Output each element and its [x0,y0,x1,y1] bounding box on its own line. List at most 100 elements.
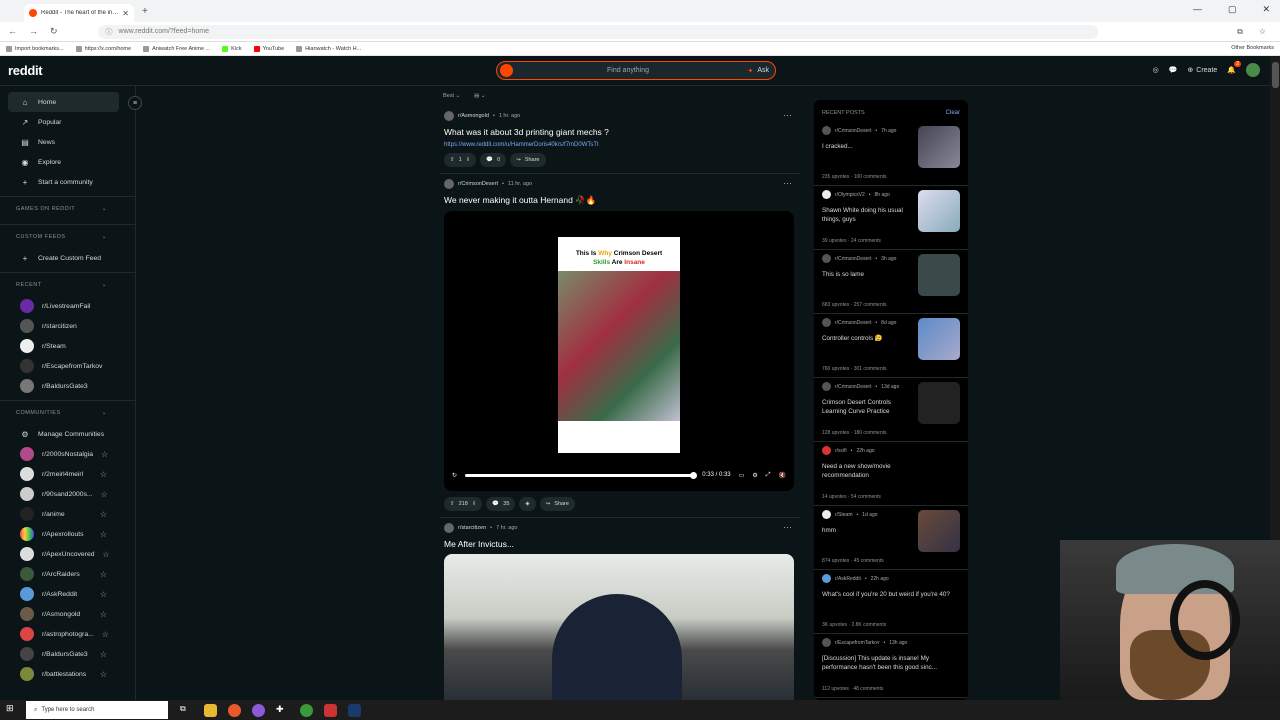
star-icon[interactable]: ☆ [100,530,107,539]
bookmark-item[interactable]: Hianwatch - Watch H... [296,45,361,52]
chat-icon[interactable]: 💬 [1169,66,1178,74]
post-image[interactable] [444,554,794,700]
video-progress[interactable] [465,471,698,479]
bookmark-item[interactable]: Import bookmarks... [6,45,64,52]
share-button[interactable]: ↪ Share [539,497,575,511]
app-icon[interactable] [324,703,337,717]
sidebar-recent-item[interactable]: r/EscapefromTarkov [0,356,135,376]
share-button[interactable]: ↪ Share [510,153,546,167]
star-icon[interactable]: ☆ [102,630,109,639]
ask-button[interactable]: ✦ Ask [747,67,769,75]
forward-icon[interactable]: → [29,26,38,37]
sidebar-community-item[interactable]: r/anime ☆ [0,504,135,524]
xbox-icon[interactable] [300,703,313,717]
view-toggle-icon[interactable]: ▤ ⌄ [474,93,485,99]
other-bookmarks[interactable]: Other Bookmarks [1231,45,1274,51]
star-icon[interactable]: ☆ [101,490,108,499]
search-input[interactable]: Find anything ✦ Ask [496,61,776,80]
star-icon[interactable]: ☆ [100,510,107,519]
recent-post-item[interactable]: r/CrimsonDesert • 7h ago I cracked... 235 up… [814,122,968,186]
site-info-icon[interactable]: ⓘ [106,27,113,37]
sidebar-recent-item[interactable]: r/Steam [0,336,135,356]
post-subreddit[interactable]: r/Asmongold [458,113,489,119]
steam-icon[interactable] [348,703,361,717]
sidebar-community-item[interactable]: r/BaldursGate3 ☆ [0,644,135,664]
new-tab-icon[interactable]: + [142,6,148,17]
recent-post-item[interactable]: r/AskReddit • 22h ago What's cool if you're… [814,570,968,634]
progress-knob[interactable] [690,471,698,479]
bookmark-item[interactable]: https://x.com/home [75,45,131,52]
post-title[interactable]: What was it about 3d printing giant mech… [444,127,796,137]
mute-icon[interactable]: 🔇 [779,472,786,479]
post-card[interactable]: r/Asmongold • 1 hr. ago ⋯ What was it ab… [440,106,800,174]
app-icon[interactable] [252,703,265,717]
collapse-sidebar-button[interactable]: ≡ [128,96,142,110]
notifications-icon[interactable]: 🔔 2 [1227,61,1241,74]
post-subreddit[interactable]: r/CrimsonDesert [458,181,498,187]
more-options-icon[interactable]: ⋯ [783,522,792,533]
bookmark-item[interactable]: YouTube [253,45,284,52]
post-card[interactable]: r/starcitizen • 7 hr. ago ⋯ Me After Inv… [440,518,800,700]
recent-post-item[interactable]: r/CrimsonDesert • 8d ago Controller control… [814,314,968,378]
minimize-icon[interactable]: — [1193,4,1202,15]
close-tab-icon[interactable]: ✕ [122,9,129,18]
task-view-icon[interactable]: ⧉ [180,704,193,717]
sidebar-community-item[interactable]: r/ApexUncovered ☆ [0,544,135,564]
sidebar-community-item[interactable]: r/2meirl4meirl ☆ [0,464,135,484]
bookmark-star-icon[interactable]: ☆ [1259,27,1266,37]
star-icon[interactable]: ☆ [100,470,107,479]
star-icon[interactable]: ☆ [101,450,108,459]
upvote-icon[interactable]: ⇧ [450,157,455,163]
captions-icon[interactable]: ▭ [739,472,745,479]
fullscreen-icon[interactable]: ⤢ [766,472,771,479]
sidebar-recent-item[interactable]: r/LivestreamFail [0,296,135,316]
browser-tab[interactable]: Reddit - The heart of the intern ✕ [24,4,134,22]
sidebar-community-item[interactable]: r/battlestations ☆ [0,664,135,684]
star-icon[interactable]: ☆ [100,590,107,599]
sidebar-recent-item[interactable]: r/BaldursGate3 [0,376,135,396]
recent-post-item[interactable]: r/CrimsonDesert • 13d ago Crimson Desert Co… [814,378,968,442]
post-card[interactable]: r/CrimsonDesert • 11 hr. ago ⋯ We never … [440,174,800,518]
gamepad-icon[interactable]: ✚ [276,704,289,717]
sidebar-recent-item[interactable]: r/starcitizen [0,316,135,336]
downvote-icon[interactable]: ⇩ [472,501,477,507]
recent-post-item[interactable]: r/OlympicsV2 • 8h ago Shawn White doing his… [814,186,968,250]
sidebar-item-start-community[interactable]: + Start a community [0,172,135,192]
vote-button[interactable]: ⇧ 218 ⇩ [444,497,483,511]
vote-button[interactable]: ⇧ 1 ⇩ [444,153,477,167]
upvote-icon[interactable]: ⇧ [450,501,455,507]
recent-post-item[interactable]: r/Steam • 1d ago hmm 874 upvotes · 45 commen… [814,506,968,570]
comments-button[interactable]: 💬 0 [480,153,507,167]
sidebar-community-item[interactable]: r/AskReddit ☆ [0,584,135,604]
sidebar-community-item[interactable]: r/Apexrollouts ☆ [0,524,135,544]
sidebar-item-news[interactable]: ▤ News [0,132,135,152]
bookmark-item[interactable]: Kick [222,45,242,52]
star-icon[interactable]: ☆ [103,550,110,559]
replay-icon[interactable]: ↻ [452,472,457,479]
recent-post-item[interactable]: r/EscapefromTarkov • 13h ago [Discussion] T… [814,634,968,698]
star-icon[interactable]: ☆ [100,610,107,619]
create-custom-feed[interactable]: + Create Custom Feed [0,248,135,268]
sidebar-item-explore[interactable]: ◉ Explore [0,152,135,172]
create-button[interactable]: ⊕ Create [1187,66,1217,75]
post-subreddit[interactable]: r/starcitizen [458,525,486,531]
post-title[interactable]: Me After Invictus... [444,539,796,549]
file-explorer-icon[interactable] [204,703,217,717]
bookmark-item[interactable]: Aniwatch Free Anime ... [143,45,210,52]
sidebar-community-item[interactable]: r/ArcRaiders ☆ [0,564,135,584]
taskbar-search[interactable]: ⌕ Type here to search [26,701,168,719]
comments-button[interactable]: 💬 35 [486,497,516,511]
section-games[interactable]: GAMES ON REDDIT ⌄ [0,196,135,220]
advertise-icon[interactable]: ◎ [1153,66,1159,74]
star-icon[interactable]: ☆ [100,570,107,579]
firefox-icon[interactable] [228,703,241,717]
sidebar-item-popular[interactable]: ↗ Popular [0,112,135,132]
award-button[interactable]: ◈ [519,497,536,511]
back-icon[interactable]: ← [8,26,17,37]
close-window-icon[interactable]: ✕ [1262,4,1270,15]
star-icon[interactable]: ☆ [100,650,107,659]
reload-icon[interactable]: ↻ [50,26,58,37]
sidebar-item-home[interactable]: ⌂ Home [8,92,119,112]
sidebar-community-item[interactable]: r/astrophotogra... ☆ [0,624,135,644]
section-communities[interactable]: COMMUNITIES ⌄ [0,400,135,424]
